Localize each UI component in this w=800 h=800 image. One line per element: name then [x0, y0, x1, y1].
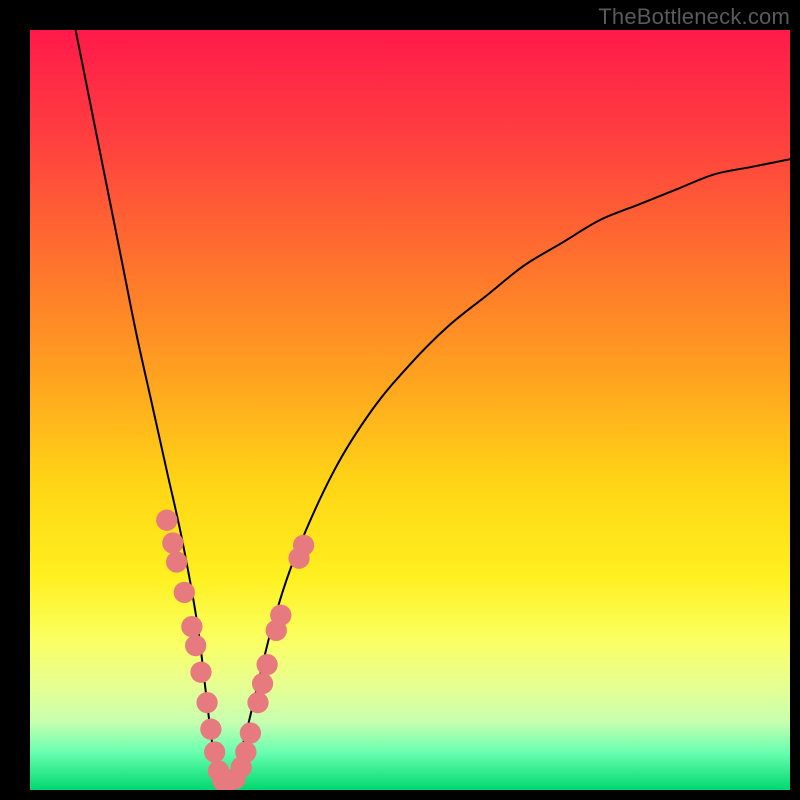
watermark-text: TheBottleneck.com [598, 4, 790, 30]
plot-area [30, 30, 790, 790]
data-marker [185, 635, 206, 656]
data-marker [240, 722, 261, 743]
data-marker [166, 551, 187, 572]
data-marker [204, 741, 225, 762]
data-marker [200, 719, 221, 740]
chart-svg [30, 30, 790, 790]
data-markers [156, 510, 314, 790]
data-marker [235, 741, 256, 762]
data-marker [174, 582, 195, 603]
data-marker [181, 616, 202, 637]
data-marker [270, 605, 291, 626]
data-marker [252, 673, 273, 694]
data-marker [162, 532, 183, 553]
data-marker [196, 692, 217, 713]
chart-frame: TheBottleneck.com [0, 0, 800, 800]
data-marker [156, 510, 177, 531]
bottleneck-curve [76, 30, 790, 787]
data-marker [293, 535, 314, 556]
data-marker [190, 662, 211, 683]
data-marker [256, 654, 277, 675]
data-marker [247, 692, 268, 713]
